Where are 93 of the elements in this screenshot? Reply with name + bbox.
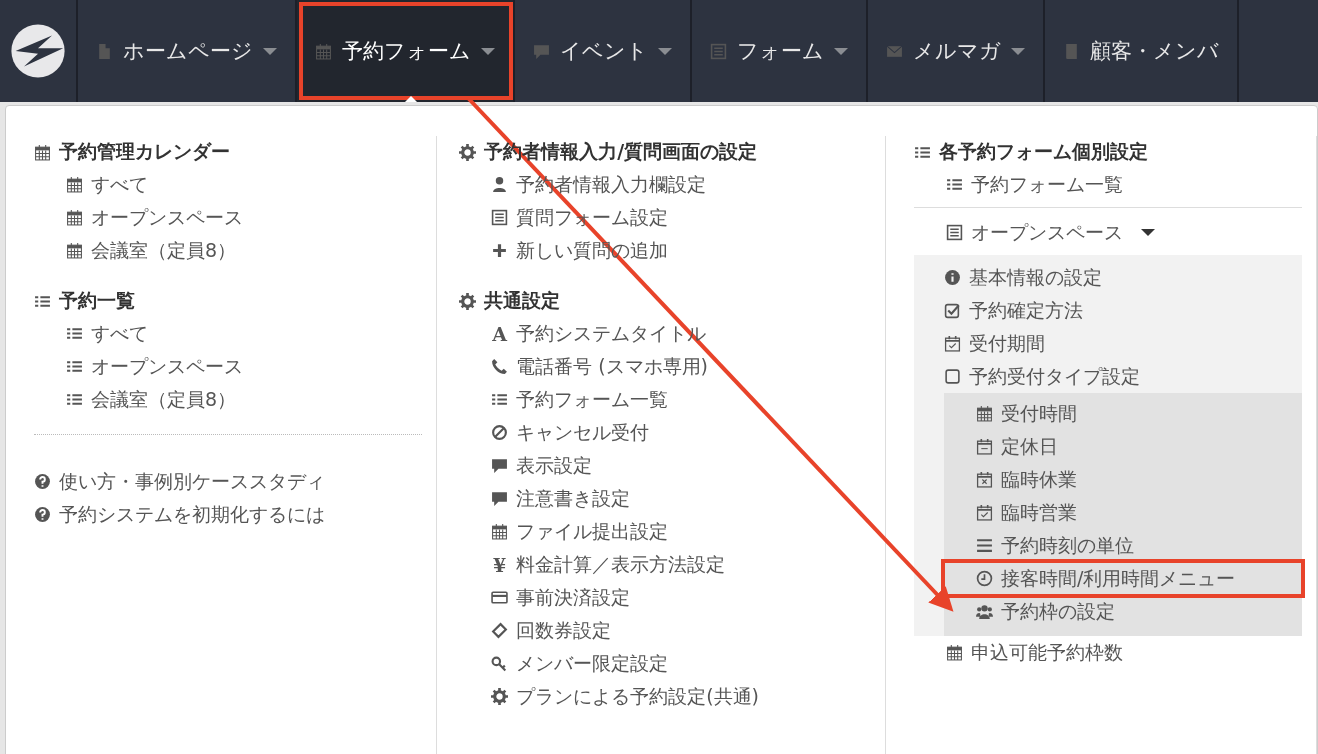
menu-link[interactable]: 予約時刻の単位 (943, 529, 1302, 562)
section-heading: 予約一覧 (59, 288, 135, 313)
calendar-icon (945, 644, 963, 661)
menu-link[interactable]: 臨時営業 (943, 496, 1302, 529)
list-icon (66, 391, 83, 408)
form-icon (710, 42, 727, 60)
plus-icon (491, 242, 509, 259)
help-icon (34, 506, 51, 523)
caret-icon (263, 47, 277, 55)
nav-tab[interactable]: イベント (515, 0, 692, 102)
caret-icon (834, 47, 848, 55)
menu-link[interactable]: 事前決済設定 (459, 581, 885, 614)
people-icon (975, 603, 993, 620)
settings-icon (459, 143, 477, 161)
calendar-minus-icon (975, 438, 993, 455)
menu-link[interactable]: キャンセル受付 (459, 416, 885, 449)
calendar-icon (315, 42, 332, 60)
calendar-check-icon (975, 504, 993, 521)
menu-link[interactable]: 新しい質問の追加 (459, 234, 885, 267)
menu-link[interactable]: 予約枠の設定 (943, 595, 1302, 628)
section-heading: 共通設定 (484, 288, 561, 313)
menu-link[interactable]: すべて (34, 168, 423, 201)
list-icon (945, 176, 963, 193)
caret-icon (1140, 229, 1155, 236)
calendar-check-icon (943, 335, 961, 352)
nav-tab[interactable]: 予約フォーム (297, 0, 515, 102)
menu-link[interactable]: 受付期間 (913, 327, 1302, 360)
speech-bubble-icon (491, 457, 509, 474)
form-dropdown-toggle[interactable]: オープンスペース (913, 216, 1302, 249)
help-link[interactable]: 予約システムを初期化するには (34, 498, 423, 531)
menu-link[interactable]: 予約フォーム一覧 (459, 383, 885, 416)
prohibited-icon (491, 424, 509, 441)
calendar-icon (66, 242, 83, 259)
menu-link[interactable]: 注意書き設定 (459, 482, 885, 515)
menu-link[interactable]: 接客時間/利用時間メニュー (943, 562, 1302, 595)
list-icon (491, 391, 509, 408)
section-heading: 予約管理カレンダー (59, 139, 230, 164)
menu-link[interactable]: 会議室（定員8） (34, 383, 423, 416)
calendar-icon (34, 143, 51, 161)
clock-icon (975, 570, 993, 587)
menu-link[interactable]: ファイル提出設定 (459, 515, 885, 548)
nav-tab[interactable]: 顧客・メンバ (1045, 0, 1239, 102)
menu-link[interactable]: 予約確定方法 (913, 294, 1302, 327)
info-icon (943, 269, 961, 286)
caret-icon (1011, 47, 1025, 55)
list-icon (66, 358, 83, 375)
help-link[interactable]: 使い方・事例別ケーススタディ (34, 465, 423, 498)
menu-link[interactable]: ¥ 料金計算／表示方法設定 (459, 548, 885, 581)
caret-icon (658, 47, 672, 55)
menu-lines-icon (975, 537, 993, 554)
menu-link[interactable]: 定休日 (943, 430, 1302, 463)
menu-link[interactable]: プランによる予約設定(共通) (459, 680, 885, 713)
person-icon (491, 176, 509, 193)
settings-icon (459, 292, 477, 310)
menu-link[interactable]: 予約受付タイプ設定 (913, 360, 1302, 393)
speech-bubble-icon (533, 42, 550, 60)
list-icon (66, 325, 83, 342)
menu-link[interactable]: すべて (34, 317, 423, 350)
menu-link[interactable]: 会議室（定員8） (34, 234, 423, 267)
menu-link[interactable]: 表示設定 (459, 449, 885, 482)
help-icon (34, 473, 51, 490)
glyph-icon: A (491, 322, 509, 345)
settings-icon (491, 688, 509, 705)
menu-link[interactable]: メンバー限定設定 (459, 647, 885, 680)
square-icon (943, 368, 961, 385)
glyph-icon: ¥ (491, 553, 509, 576)
menu-link[interactable]: 受付時間 (943, 397, 1302, 430)
menu-link[interactable]: 申込可能予約枠数 (913, 636, 1302, 669)
menu-link[interactable]: 基本情報の設定 (913, 261, 1302, 294)
section-heading: 各予約フォーム個別設定 (938, 139, 1148, 164)
calendar-icon (491, 523, 509, 540)
menu-link[interactable]: 回数券設定 (459, 614, 885, 647)
nav-tab[interactable]: フォーム (692, 0, 868, 102)
menu-link[interactable]: オープンスペース (34, 350, 423, 383)
caret-icon (481, 47, 495, 55)
menu-link[interactable]: 臨時休業 (943, 463, 1302, 496)
menu-link[interactable]: 予約フォーム一覧 (913, 168, 1302, 201)
checkbox-icon (943, 302, 961, 319)
form-icon (945, 224, 963, 241)
calendar-x-icon (975, 471, 993, 488)
document-icon (96, 42, 113, 60)
form-icon (491, 209, 509, 226)
phone-icon (491, 358, 509, 375)
logo-icon[interactable] (10, 23, 66, 79)
calendar-icon (975, 405, 993, 422)
credit-card-icon (491, 589, 509, 606)
nav-tab[interactable]: メルマガ (868, 0, 1045, 102)
menu-link[interactable]: 電話番号 (スマホ専用) (459, 350, 885, 383)
calendar-icon (66, 209, 83, 226)
calendar-icon (66, 176, 83, 193)
key-icon (491, 655, 509, 672)
menu-link[interactable]: オープンスペース (34, 201, 423, 234)
speech-bubble-icon (491, 490, 509, 507)
